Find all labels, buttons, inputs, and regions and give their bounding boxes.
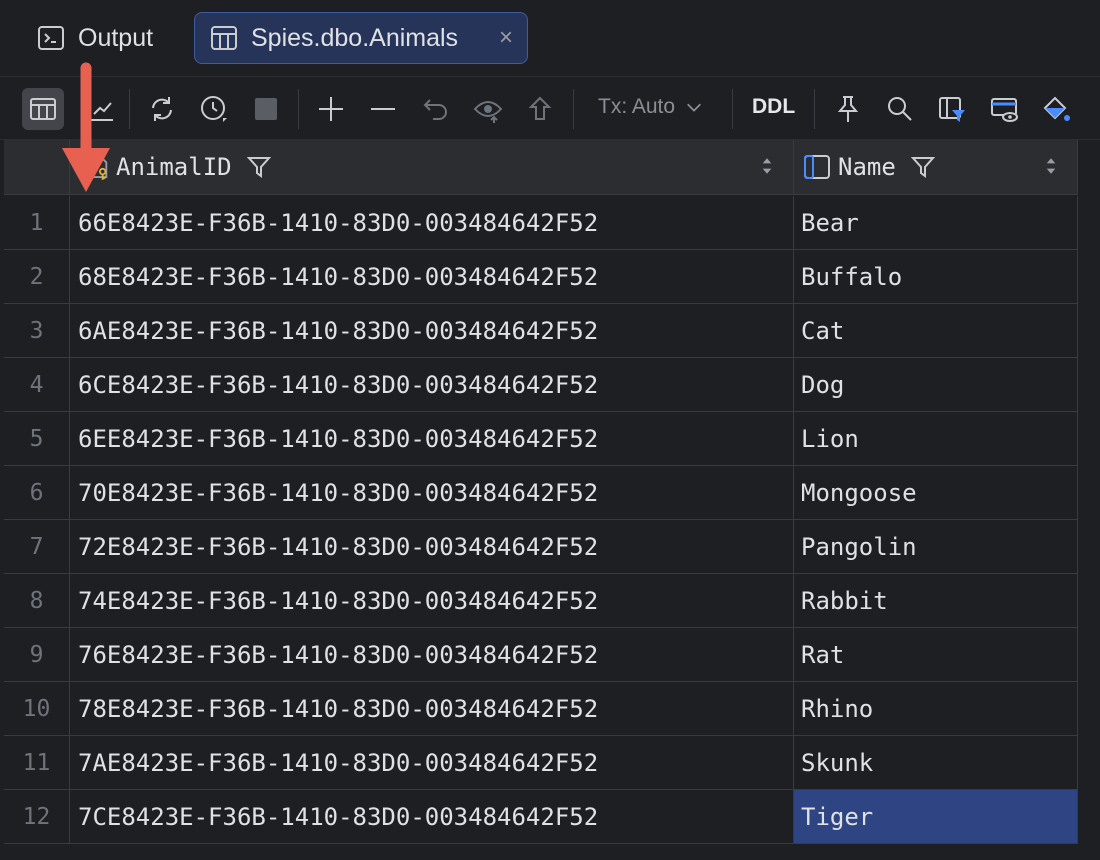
- chevron-down-icon: [685, 98, 703, 116]
- animalid-cell[interactable]: 6AE8423E-F36B-1410-83D0-003484642F52: [70, 304, 794, 357]
- column-header-label: AnimalID: [116, 153, 232, 181]
- name-cell[interactable]: Dog: [794, 358, 1078, 411]
- name-cell[interactable]: Skunk: [794, 736, 1078, 789]
- tab-spies-dbo-animals[interactable]: Spies.dbo.Animals ×: [194, 12, 528, 64]
- filter-view-icon[interactable]: [931, 88, 973, 130]
- view-editor-icon[interactable]: [983, 88, 1025, 130]
- name-cell[interactable]: Mongoose: [794, 466, 1078, 519]
- filter-icon[interactable]: [910, 154, 936, 180]
- tab-output[interactable]: Output: [26, 12, 163, 64]
- column-header-label: Name: [838, 153, 896, 181]
- name-cell[interactable]: Rhino: [794, 682, 1078, 735]
- row-number: 6: [4, 466, 70, 519]
- paint-icon[interactable]: [1035, 88, 1077, 130]
- animalid-cell[interactable]: 74E8423E-F36B-1410-83D0-003484642F52: [70, 574, 794, 627]
- tab-output-label: Output: [78, 23, 154, 52]
- row-number: 12: [4, 790, 70, 843]
- table-row[interactable]: 9 76E8423E-F36B-1410-83D0-003484642F52 R…: [4, 628, 1078, 682]
- table-row[interactable]: 7 72E8423E-F36B-1410-83D0-003484642F52 P…: [4, 520, 1078, 574]
- row-number: 9: [4, 628, 70, 681]
- animalid-cell[interactable]: 78E8423E-F36B-1410-83D0-003484642F52: [70, 682, 794, 735]
- table-row[interactable]: 4 6CE8423E-F36B-1410-83D0-003484642F52 D…: [4, 358, 1078, 412]
- stop-icon[interactable]: [245, 88, 287, 130]
- table-row[interactable]: 6 70E8423E-F36B-1410-83D0-003484642F52 M…: [4, 466, 1078, 520]
- animalid-cell[interactable]: 66E8423E-F36B-1410-83D0-003484642F52: [70, 196, 794, 249]
- sort-icon[interactable]: [1045, 155, 1057, 177]
- table-row[interactable]: 12 7CE8423E-F36B-1410-83D0-003484642F52 …: [4, 790, 1078, 844]
- row-number: 8: [4, 574, 70, 627]
- sort-icon[interactable]: [761, 155, 773, 177]
- refresh-icon[interactable]: [141, 88, 183, 130]
- row-number: 11: [4, 736, 70, 789]
- tab-active-label: Spies.dbo.Animals: [251, 23, 459, 52]
- editor-tab-bar: Output Spies.dbo.Animals ×: [0, 0, 1100, 77]
- table-icon: [209, 23, 239, 53]
- annotation-arrow: [58, 62, 114, 207]
- table-row[interactable]: 2 68E8423E-F36B-1410-83D0-003484642F52 B…: [4, 250, 1078, 304]
- transaction-mode-label: Tx: Auto: [598, 95, 676, 118]
- animalid-cell[interactable]: 7CE8423E-F36B-1410-83D0-003484642F52: [70, 790, 794, 843]
- row-number: 10: [4, 682, 70, 735]
- animalid-cell[interactable]: 76E8423E-F36B-1410-83D0-003484642F52: [70, 628, 794, 681]
- row-number: 7: [4, 520, 70, 573]
- filter-icon[interactable]: [246, 154, 272, 180]
- ddl-button[interactable]: DDL: [752, 95, 795, 119]
- history-icon[interactable]: [193, 88, 235, 130]
- column-header-name[interactable]: Name: [794, 140, 1078, 195]
- table-row[interactable]: 3 6AE8423E-F36B-1410-83D0-003484642F52 C…: [4, 304, 1078, 358]
- animalid-cell[interactable]: 6CE8423E-F36B-1410-83D0-003484642F52: [70, 358, 794, 411]
- animalid-cell[interactable]: 68E8423E-F36B-1410-83D0-003484642F52: [70, 250, 794, 303]
- name-cell[interactable]: Cat: [794, 304, 1078, 357]
- delete-row-icon[interactable]: [362, 88, 404, 130]
- transaction-mode-dropdown[interactable]: Tx: Auto: [598, 95, 703, 119]
- animalid-cell[interactable]: 70E8423E-F36B-1410-83D0-003484642F52: [70, 466, 794, 519]
- pin-icon[interactable]: [827, 88, 869, 130]
- name-cell[interactable]: Pangolin: [794, 520, 1078, 573]
- table-row[interactable]: 5 6EE8423E-F36B-1410-83D0-003484642F52 L…: [4, 412, 1078, 466]
- name-cell-selected[interactable]: Tiger: [794, 790, 1078, 843]
- name-cell[interactable]: Lion: [794, 412, 1078, 465]
- name-cell[interactable]: Buffalo: [794, 250, 1078, 303]
- name-cell[interactable]: Bear: [794, 196, 1078, 249]
- submit-icon[interactable]: [519, 88, 561, 130]
- column-icon: [802, 152, 832, 182]
- animalid-cell[interactable]: 72E8423E-F36B-1410-83D0-003484642F52: [70, 520, 794, 573]
- results-grid: AnimalID Name 1 66E8423E-F36B-1410-83D0-…: [0, 140, 1100, 860]
- row-number: 4: [4, 358, 70, 411]
- terminal-icon: [36, 23, 66, 53]
- row-number: 2: [4, 250, 70, 303]
- preview-icon[interactable]: [467, 88, 509, 130]
- animalid-cell[interactable]: 6EE8423E-F36B-1410-83D0-003484642F52: [70, 412, 794, 465]
- row-number: 5: [4, 412, 70, 465]
- revert-icon[interactable]: [415, 88, 457, 130]
- table-row[interactable]: 11 7AE8423E-F36B-1410-83D0-003484642F52 …: [4, 736, 1078, 790]
- animalid-cell[interactable]: 7AE8423E-F36B-1410-83D0-003484642F52: [70, 736, 794, 789]
- name-cell[interactable]: Rabbit: [794, 574, 1078, 627]
- close-icon[interactable]: ×: [499, 24, 513, 52]
- table-row[interactable]: 1 66E8423E-F36B-1410-83D0-003484642F52 B…: [4, 196, 1078, 250]
- table-row[interactable]: 8 74E8423E-F36B-1410-83D0-003484642F52 R…: [4, 574, 1078, 628]
- data-editor-toolbar: Tx: Auto DDL: [0, 77, 1100, 140]
- table-row[interactable]: 10 78E8423E-F36B-1410-83D0-003484642F52 …: [4, 682, 1078, 736]
- column-header-animalid[interactable]: AnimalID: [70, 140, 794, 195]
- row-number: 3: [4, 304, 70, 357]
- search-icon[interactable]: [879, 88, 921, 130]
- add-row-icon[interactable]: [310, 88, 352, 130]
- name-cell[interactable]: Rat: [794, 628, 1078, 681]
